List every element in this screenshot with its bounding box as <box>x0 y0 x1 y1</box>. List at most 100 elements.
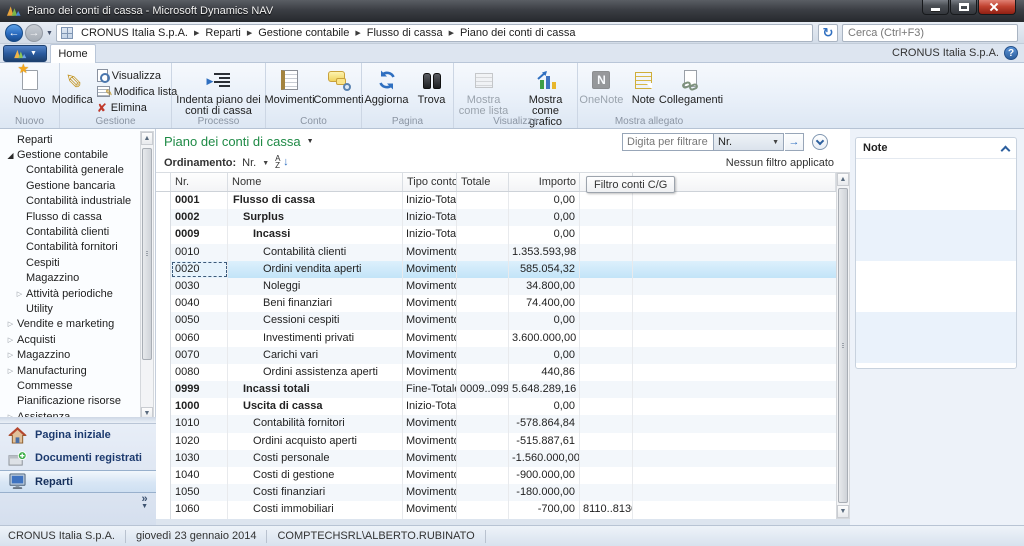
cell-type[interactable]: Inizio-Totale <box>403 209 457 226</box>
cell-name[interactable]: Flusso di cassa <box>228 192 403 209</box>
collapsed-tree-arrow-icon[interactable]: ▷ <box>4 320 17 328</box>
cell-spacer[interactable] <box>633 295 836 312</box>
cell-total[interactable] <box>457 295 509 312</box>
cell-spacer[interactable] <box>156 415 171 432</box>
minimize-button[interactable] <box>922 0 949 15</box>
cell-total[interactable]: 0009..0999 <box>457 381 509 398</box>
sort-field[interactable]: Nr. <box>242 157 256 169</box>
cell-nr[interactable]: 0010 <box>171 244 228 261</box>
sidebar-item[interactable]: Contabilità clienti <box>0 224 140 239</box>
scrollbar-down-icon[interactable]: ▼ <box>837 505 849 518</box>
cell-spacer[interactable] <box>156 209 171 226</box>
cell-filter[interactable] <box>580 364 633 381</box>
cell-amount[interactable]: 0,00 <box>509 312 580 329</box>
cell-spacer[interactable] <box>156 433 171 450</box>
sidebar-item[interactable]: ▷Assistenza <box>0 409 140 417</box>
cell-type[interactable]: Movimento <box>403 450 457 467</box>
cell-total[interactable] <box>457 226 509 243</box>
cell-filter[interactable] <box>580 295 633 312</box>
table-row[interactable]: 0060Investimenti privatiMovimento3.600.0… <box>156 330 836 347</box>
cell-nr[interactable]: 0999 <box>171 381 228 398</box>
cell-amount[interactable]: 585.054,32 <box>509 261 580 278</box>
sidebar-item[interactable]: Pianificazione risorse <box>0 394 140 409</box>
help-icon[interactable]: ? <box>1004 46 1018 60</box>
cell-spacer[interactable] <box>633 433 836 450</box>
collapsed-tree-arrow-icon[interactable]: ▷ <box>13 290 26 298</box>
cell-total[interactable] <box>457 433 509 450</box>
cell-spacer[interactable] <box>633 261 836 278</box>
table-row[interactable]: 1050Costi finanziariMovimento-180.000,00 <box>156 484 836 501</box>
cell-amount[interactable]: 0,00 <box>509 347 580 364</box>
table-row[interactable]: 0070Carichi variMovimento0,00 <box>156 347 836 364</box>
sidebar-item[interactable]: Contabilità fornitori <box>0 240 140 255</box>
cell-name[interactable]: Ordini assistenza aperti <box>228 364 403 381</box>
table-row[interactable]: 0001Flusso di cassaInizio-Totale0,00 <box>156 192 836 209</box>
sidebar-item-pagina-iniziale[interactable]: Pagina iniziale <box>0 424 156 447</box>
cell-name[interactable]: Noleggi <box>228 278 403 295</box>
cell-type[interactable]: Movimento <box>403 415 457 432</box>
cell-nr[interactable]: 1000 <box>171 398 228 415</box>
cell-total[interactable] <box>457 330 509 347</box>
cell-amount[interactable]: 440,86 <box>509 364 580 381</box>
sidebar-item[interactable]: ▷Magazzino <box>0 347 140 362</box>
cell-name[interactable]: Beni finanziari <box>228 295 403 312</box>
cell-spacer[interactable] <box>633 226 836 243</box>
table-row[interactable]: 0080Ordini assistenza apertiMovimento440… <box>156 364 836 381</box>
cell-amount[interactable]: -515.887,61 <box>509 433 580 450</box>
cell-nr[interactable]: 0050 <box>171 312 228 329</box>
cell-total[interactable] <box>457 467 509 484</box>
modifica-button[interactable]: ✎ Modifica <box>52 65 93 106</box>
forward-icon[interactable]: → <box>25 24 43 42</box>
notes-panel-header[interactable]: Note <box>856 138 1016 159</box>
sidebar-item[interactable]: Flusso di cassa <box>0 209 140 224</box>
aggiorna-button[interactable]: Aggiorna <box>364 65 410 106</box>
cell-total[interactable] <box>457 364 509 381</box>
scrollbar-thumb[interactable] <box>838 188 848 503</box>
cell-filter[interactable] <box>580 450 633 467</box>
cell-nr[interactable]: 0030 <box>171 278 228 295</box>
cell-name[interactable]: Incassi totali <box>228 381 403 398</box>
cell-filter[interactable] <box>580 278 633 295</box>
breadcrumb-item[interactable]: Flusso di cassa <box>365 27 445 39</box>
cell-type[interactable]: Movimento <box>403 330 457 347</box>
cell-amount[interactable]: 1.353.593,98 <box>509 244 580 261</box>
cell-filter[interactable]: 8110..8130 <box>580 501 633 518</box>
cell-amount[interactable]: -900.000,00 <box>509 467 580 484</box>
table-row[interactable]: 1040Costi di gestioneMovimento-900.000,0… <box>156 467 836 484</box>
cell-name[interactable]: Cessioni cespiti <box>228 312 403 329</box>
column-header-importo[interactable]: Importo <box>509 173 580 191</box>
cell-type[interactable]: Movimento <box>403 278 457 295</box>
cell-amount[interactable]: 3.600.000,00 <box>509 330 580 347</box>
cell-name[interactable]: Contabilità fornitori <box>228 415 403 432</box>
cell-spacer[interactable] <box>633 312 836 329</box>
cell-nr[interactable]: 0020 <box>171 261 228 278</box>
cell-spacer[interactable] <box>633 381 836 398</box>
cell-type[interactable]: Inizio-Totale <box>403 192 457 209</box>
refresh-icon[interactable]: ↻ <box>818 24 838 42</box>
cell-name[interactable]: Carichi vari <box>228 347 403 364</box>
cell-name[interactable]: Costi finanziari <box>228 484 403 501</box>
cell-spacer[interactable] <box>156 501 171 518</box>
cell-nr[interactable]: 1050 <box>171 484 228 501</box>
sidebar-scrollbar[interactable]: ▲ ▼ <box>140 131 154 421</box>
cell-filter[interactable] <box>580 244 633 261</box>
cell-type[interactable]: Movimento <box>403 261 457 278</box>
cell-amount[interactable]: -700,00 <box>509 501 580 518</box>
cell-spacer[interactable] <box>633 415 836 432</box>
cell-type[interactable]: Movimento <box>403 312 457 329</box>
close-button[interactable] <box>978 0 1016 15</box>
cell-name[interactable]: Investimenti privati <box>228 330 403 347</box>
table-row[interactable]: 0999Incassi totaliFine-Totale0009..09995… <box>156 381 836 398</box>
table-row[interactable]: 0040Beni finanziariMovimento74.400,00 <box>156 295 836 312</box>
cell-total[interactable] <box>457 501 509 518</box>
sidebar-item[interactable]: Commesse <box>0 378 140 393</box>
cell-total[interactable] <box>457 244 509 261</box>
back-icon[interactable]: ← <box>5 24 23 42</box>
filter-field-dropdown[interactable]: Nr. ▼ <box>714 133 784 151</box>
table-row[interactable]: 1030Costi personaleMovimento-1.560.000,0… <box>156 450 836 467</box>
cell-spacer[interactable] <box>156 398 171 415</box>
breadcrumb-item[interactable]: Piano dei conti di cassa <box>458 27 578 39</box>
cell-nr[interactable]: 0002 <box>171 209 228 226</box>
cell-amount[interactable]: -180.000,00 <box>509 484 580 501</box>
cell-nr[interactable]: 0070 <box>171 347 228 364</box>
